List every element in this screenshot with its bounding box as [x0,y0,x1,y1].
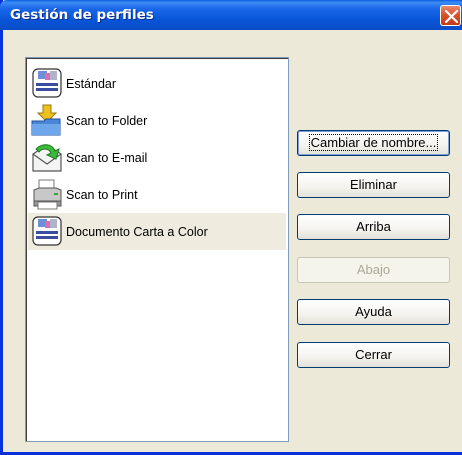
delete-button[interactable]: Eliminar [297,172,450,198]
profile-label: Estándar [66,76,117,91]
rename-button-label: Cambiar de nombre... [308,134,439,151]
printer-icon [28,176,66,213]
profile-label: Scan to E-mail [66,150,148,165]
help-button[interactable]: Ayuda [297,299,450,325]
profile-list[interactable]: Estándar Scan to Folder Scan to E-mail S… [25,57,289,442]
rename-button[interactable]: Cambiar de nombre... [297,130,450,156]
title-bar[interactable]: Gestión de perfiles [0,0,462,30]
list-item[interactable]: Scan to E-mail [28,139,286,176]
profile-label: Scan to Print [66,187,138,202]
email-arrow-icon [28,139,66,176]
move-down-button-label: Abajo [356,262,391,277]
list-item[interactable]: Scan to Print [28,176,286,213]
folder-arrow-icon [28,102,66,139]
window-title: Gestión de perfiles [10,7,154,23]
profile-label: Scan to Folder [66,113,148,128]
profile-label: Documento Carta a Color [66,224,208,239]
list-item[interactable]: Documento Carta a Color [28,213,286,250]
close-window-button[interactable] [440,5,461,26]
list-item[interactable]: Scan to Folder [28,102,286,139]
close-button-label: Cerrar [355,347,392,362]
organizer-profile-icon [28,213,66,250]
list-item[interactable]: Estándar [28,65,286,102]
close-button[interactable]: Cerrar [297,342,450,368]
delete-button-label: Eliminar [350,177,397,192]
move-down-button: Abajo [297,257,450,283]
help-button-label: Ayuda [355,304,392,319]
organizer-profile-icon [28,65,66,102]
move-up-button[interactable]: Arriba [297,214,450,240]
close-icon [445,10,458,23]
move-up-button-label: Arriba [356,219,391,234]
